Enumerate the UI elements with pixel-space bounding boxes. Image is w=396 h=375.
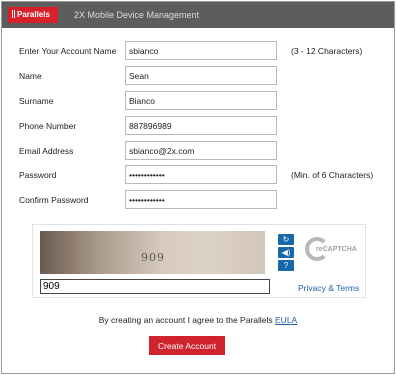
captcha-image-word: 909 xyxy=(141,251,165,264)
audio-icon[interactable]: ◀) xyxy=(278,247,294,258)
recaptcha-logo-text: reCAPTCHA xyxy=(316,246,357,253)
account-name-input[interactable] xyxy=(125,41,277,60)
phone-input[interactable] xyxy=(125,116,277,135)
confirm-password-label: Confirm Password xyxy=(19,195,89,205)
captcha-widget: 909 ↻ ◀) ? reCAPTCHA Privacy & Terms xyxy=(32,224,366,298)
account-name-hint: (3 - 12 Characters) xyxy=(291,46,363,56)
captcha-response-input[interactable] xyxy=(40,279,270,294)
agreement-label: By creating an account I agree to the Pa… xyxy=(98,315,273,325)
help-icon[interactable]: ? xyxy=(278,260,294,271)
email-input[interactable] xyxy=(125,141,277,160)
password-row: Password (Min. of 6 Characters) xyxy=(2,165,394,185)
name-row: Name xyxy=(2,66,394,86)
parallels-bars-icon xyxy=(12,10,15,18)
password-hint: (Min. of 6 Characters) xyxy=(291,170,374,180)
password-label: Password xyxy=(19,170,57,180)
name-input[interactable] xyxy=(125,66,277,85)
recaptcha-logo: reCAPTCHA xyxy=(302,237,362,265)
create-account-button[interactable]: Create Account xyxy=(149,336,225,355)
password-input[interactable] xyxy=(125,165,277,184)
privacy-terms-link[interactable]: Privacy & Terms xyxy=(298,283,359,293)
email-row: Email Address xyxy=(2,141,394,161)
phone-label: Phone Number xyxy=(19,121,77,131)
surname-input[interactable] xyxy=(125,91,277,110)
email-label: Email Address xyxy=(19,146,74,156)
parallels-logo: Parallels xyxy=(8,7,58,23)
surname-label: Surname xyxy=(19,96,54,106)
logo-text: Parallels xyxy=(17,10,50,19)
app-title: 2X Mobile Device Management xyxy=(74,10,200,20)
captcha-image: 909 xyxy=(40,231,265,274)
refresh-icon[interactable]: ↻ xyxy=(278,234,294,245)
name-label: Name xyxy=(19,71,42,81)
header-bar: Parallels 2X Mobile Device Management xyxy=(2,2,394,28)
confirm-password-row: Confirm Password xyxy=(2,190,394,210)
surname-row: Surname xyxy=(2,91,394,111)
phone-row: Phone Number xyxy=(2,116,394,136)
registration-window: Parallels 2X Mobile Device Management En… xyxy=(1,1,395,374)
account-name-label: Enter Your Account Name xyxy=(19,46,117,56)
confirm-password-input[interactable] xyxy=(125,190,277,209)
account-name-row: Enter Your Account Name (3 - 12 Characte… xyxy=(2,41,394,61)
eula-link[interactable]: EULA xyxy=(275,315,297,325)
agreement-text: By creating an account I agree to the Pa… xyxy=(2,315,394,325)
